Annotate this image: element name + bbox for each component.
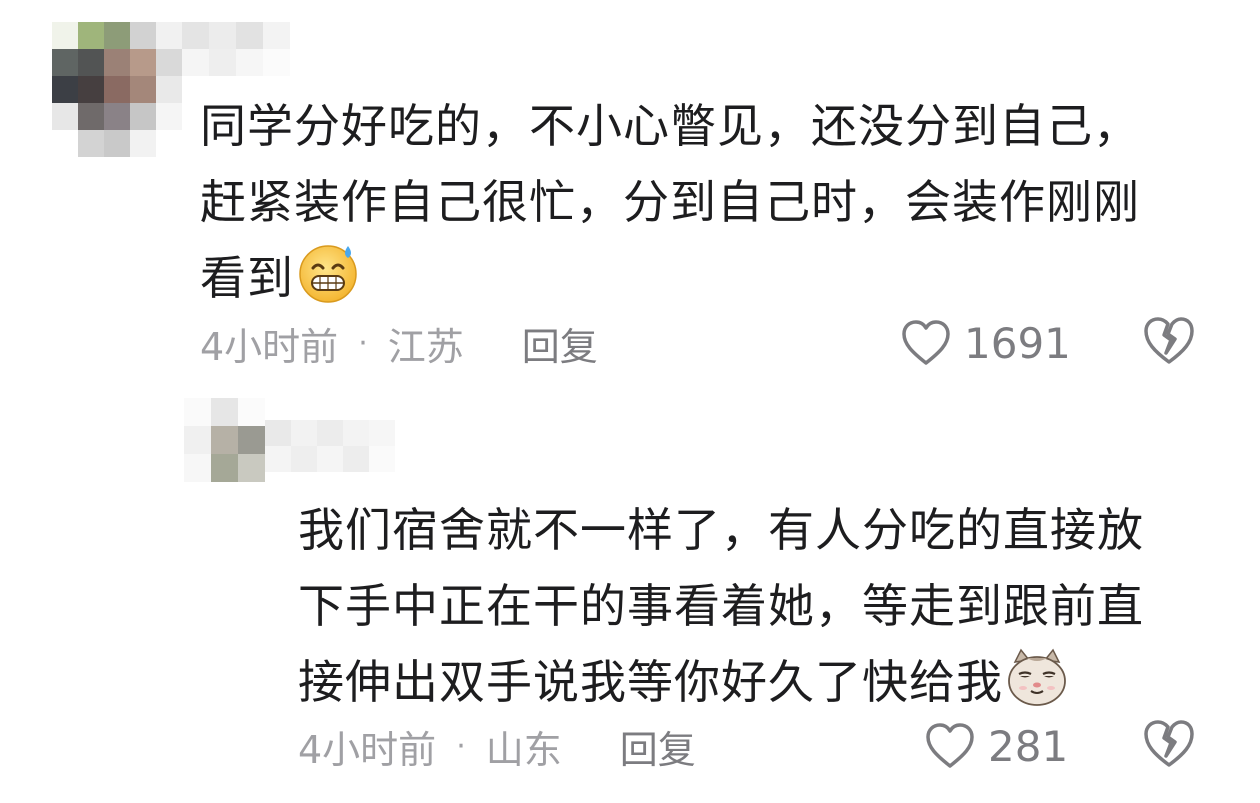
mosaic-cell bbox=[291, 420, 317, 446]
mosaic-cell bbox=[343, 420, 369, 446]
mosaic-cell bbox=[156, 130, 182, 157]
mosaic-cell bbox=[104, 103, 130, 130]
mosaic-cell bbox=[52, 49, 78, 76]
mosaic-cell bbox=[209, 49, 236, 76]
mosaic-cell bbox=[263, 49, 290, 76]
mosaic-cell bbox=[263, 22, 290, 49]
username-blurred[interactable] bbox=[182, 22, 290, 76]
mosaic-cell bbox=[369, 420, 395, 446]
mosaic-cell bbox=[184, 426, 211, 454]
like-button[interactable]: 1691 bbox=[900, 313, 1071, 373]
mosaic-cell bbox=[317, 446, 343, 472]
separator-dot: · bbox=[456, 728, 466, 764]
mosaic-cell bbox=[211, 426, 238, 454]
mosaic-cell bbox=[130, 76, 156, 103]
mosaic-cell bbox=[156, 103, 182, 130]
reply-text: 我们宿舍就不一样了，有人分吃的直接放 下手中正在干的事看着她，等走到跟前直 接伸… bbox=[298, 492, 1228, 730]
mosaic-cell bbox=[104, 22, 130, 49]
mosaic-cell bbox=[52, 103, 78, 130]
mosaic-cell bbox=[78, 103, 104, 130]
mosaic-cell bbox=[182, 22, 209, 49]
mosaic-cell bbox=[184, 398, 211, 426]
mosaic-cell bbox=[211, 398, 238, 426]
mosaic-cell bbox=[130, 103, 156, 130]
mosaic-cell bbox=[238, 426, 265, 454]
location: 山东 bbox=[485, 727, 562, 772]
reply-button[interactable]: 回复 bbox=[620, 719, 696, 774]
broken-heart-icon bbox=[1144, 720, 1194, 767]
timestamp: 4小时前 bbox=[298, 727, 437, 772]
heart-outline-icon bbox=[926, 723, 974, 768]
separator-dot: · bbox=[358, 325, 368, 361]
dislike-button[interactable] bbox=[1141, 315, 1197, 371]
mosaic-cell bbox=[238, 398, 265, 426]
mosaic-cell bbox=[104, 130, 130, 157]
mosaic-cell bbox=[236, 22, 263, 49]
broken-heart-icon bbox=[1144, 317, 1194, 364]
reply-username-blurred[interactable] bbox=[265, 420, 395, 472]
mosaic-cell bbox=[104, 49, 130, 76]
mosaic-cell bbox=[236, 49, 263, 76]
mosaic-cell bbox=[156, 49, 182, 76]
mosaic-cell bbox=[52, 22, 78, 49]
mosaic-cell bbox=[182, 49, 209, 76]
mosaic-cell bbox=[291, 446, 317, 472]
reply-button[interactable]: 回复 bbox=[522, 316, 598, 371]
reply-avatar[interactable] bbox=[184, 398, 265, 482]
timestamp: 4小时前 bbox=[200, 324, 339, 369]
location: 江苏 bbox=[387, 324, 464, 369]
mosaic-cell bbox=[265, 446, 291, 472]
mosaic-cell bbox=[130, 49, 156, 76]
mosaic-cell bbox=[265, 420, 291, 446]
mosaic-cell bbox=[52, 130, 78, 157]
heart-outline-icon bbox=[902, 320, 950, 365]
mosaic-cell bbox=[130, 22, 156, 49]
mosaic-cell bbox=[52, 76, 78, 103]
like-count: 1691 bbox=[964, 318, 1071, 368]
comment-text: 同学分好吃的，不小心瞥见，还没分到自己， 赶紧装作自己很忙，分到自己时，会装作刚… bbox=[200, 88, 1230, 326]
like-count: 281 bbox=[988, 721, 1069, 771]
mosaic-cell bbox=[343, 446, 369, 472]
mosaic-cell bbox=[156, 22, 182, 49]
mosaic-cell bbox=[78, 22, 104, 49]
comment-meta: 4小时前 · 江苏 回复 bbox=[200, 313, 598, 373]
reply-meta: 4小时前 · 山东 回复 bbox=[298, 716, 696, 776]
mosaic-cell bbox=[209, 22, 236, 49]
mosaic-cell bbox=[369, 446, 395, 472]
mosaic-cell bbox=[78, 130, 104, 157]
mosaic-cell bbox=[130, 130, 156, 157]
avatar[interactable] bbox=[52, 22, 182, 157]
mosaic-cell bbox=[78, 76, 104, 103]
mosaic-cell bbox=[78, 49, 104, 76]
mosaic-cell bbox=[317, 420, 343, 446]
dislike-button[interactable] bbox=[1141, 718, 1197, 774]
mosaic-cell bbox=[104, 76, 130, 103]
mosaic-cell bbox=[238, 454, 265, 482]
mosaic-cell bbox=[156, 76, 182, 103]
like-button[interactable]: 281 bbox=[924, 716, 1068, 776]
mosaic-cell bbox=[184, 454, 211, 482]
mosaic-cell bbox=[211, 454, 238, 482]
